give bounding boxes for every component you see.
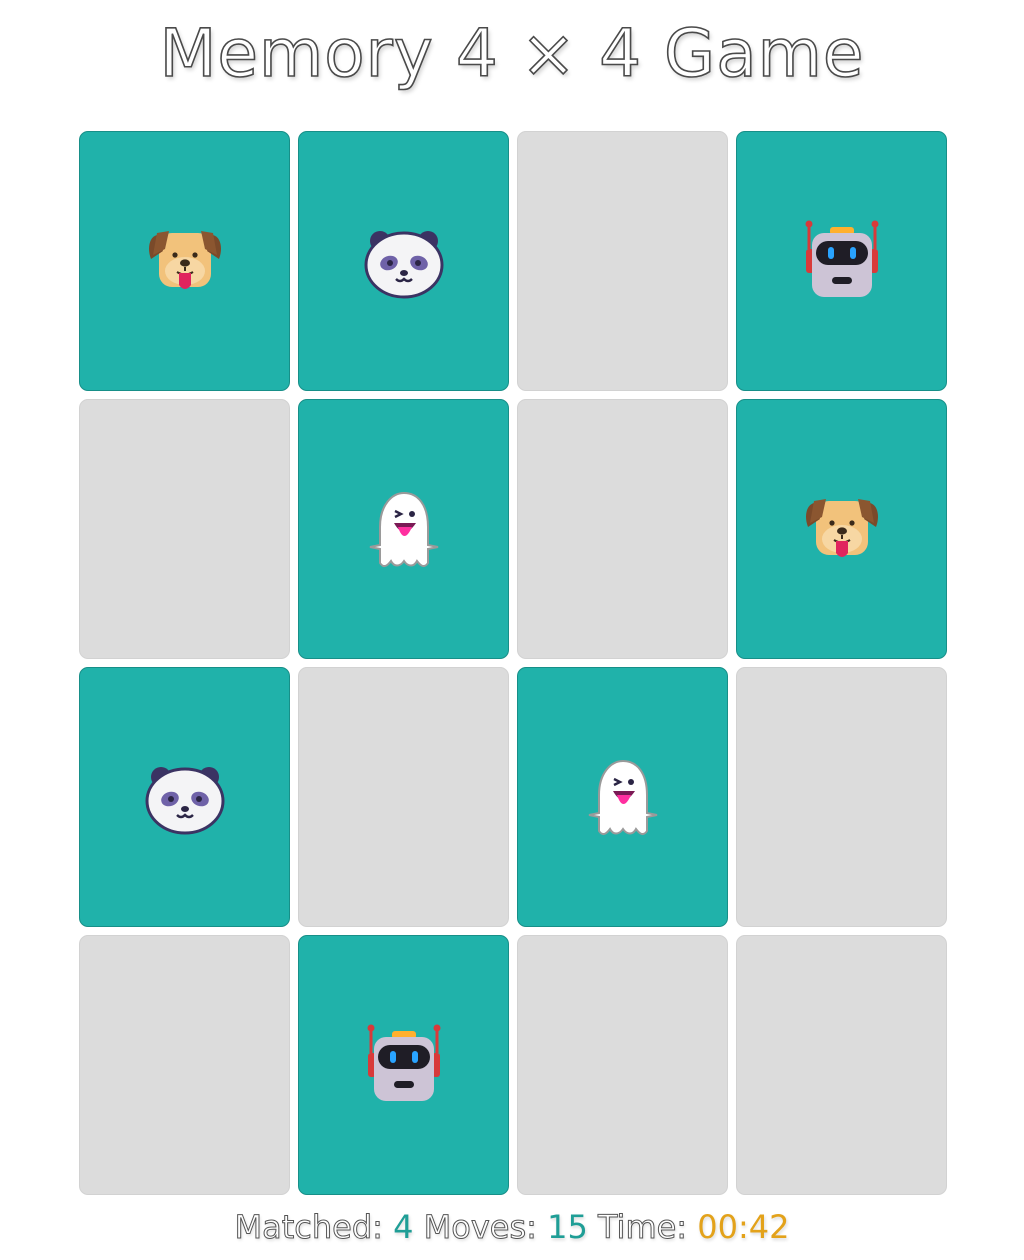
card-r1-c4[interactable] [736, 131, 947, 391]
card-r1-c3[interactable] [517, 131, 728, 391]
status-bar: Matched: 4 Moves: 15 Time: 00:42 [0, 1204, 1024, 1250]
matched-count: 4 [393, 1208, 414, 1246]
dog-face-icon [143, 219, 227, 303]
panda-face-icon [362, 219, 446, 303]
card-r2-c1[interactable] [79, 399, 290, 659]
card-r2-c3[interactable] [517, 399, 728, 659]
card-r2-c4[interactable] [736, 399, 947, 659]
moves-label: Moves: [423, 1208, 537, 1247]
card-r3-c3[interactable] [517, 667, 728, 927]
panda-face-icon [143, 755, 227, 839]
moves-count: 15 [547, 1208, 588, 1246]
matched-label: Matched: [234, 1208, 383, 1247]
card-r1-c1[interactable] [79, 131, 290, 391]
card-r3-c2[interactable] [298, 667, 509, 927]
time-value: 00:42 [697, 1208, 790, 1246]
ghost-icon [362, 487, 446, 571]
game-title: Memory 4 × 4 Game [159, 14, 865, 93]
card-r4-c4[interactable] [736, 935, 947, 1195]
card-r4-c2[interactable] [298, 935, 509, 1195]
card-r1-c2[interactable] [298, 131, 509, 391]
card-r3-c4[interactable] [736, 667, 947, 927]
card-r3-c1[interactable] [79, 667, 290, 927]
robot-face-icon [362, 1023, 446, 1107]
dog-face-icon [800, 487, 884, 571]
card-grid [79, 131, 947, 1195]
card-r4-c1[interactable] [79, 935, 290, 1195]
card-r4-c3[interactable] [517, 935, 728, 1195]
card-r2-c2[interactable] [298, 399, 509, 659]
robot-face-icon [800, 219, 884, 303]
time-label: Time: [597, 1208, 688, 1247]
ghost-icon [581, 755, 665, 839]
